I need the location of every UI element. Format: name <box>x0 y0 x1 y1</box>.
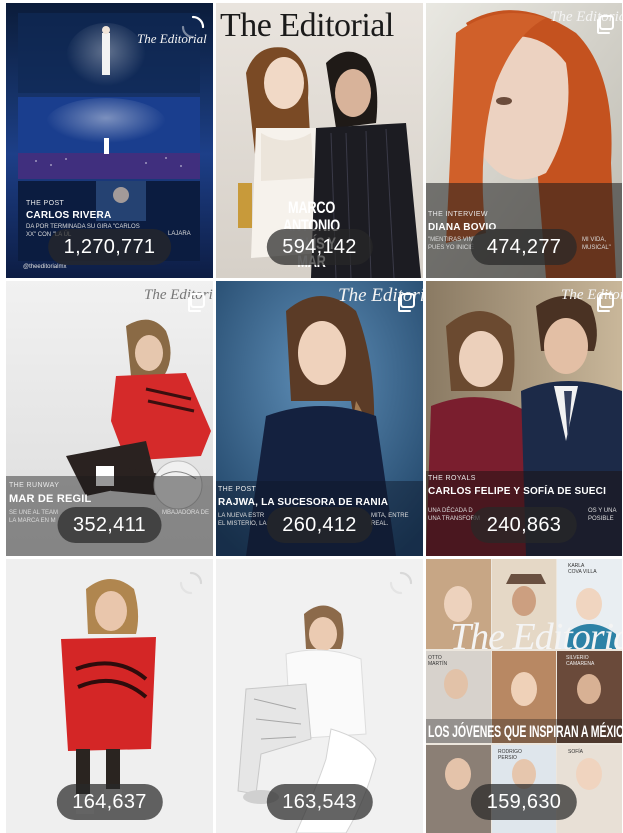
post-kicker: THE RUNWAY <box>9 482 60 489</box>
post-dek-tail: MBAJADORA DE <box>162 510 210 516</box>
post-headline: LOS JÓVENES QUE INSPIRAN A MÉXICO <box>428 722 622 741</box>
post-tile-rajwa[interactable]: The Editorial THE POST RAJWA, LA SUCESOR… <box>216 281 423 556</box>
view-count-pill: 163,543 <box>266 784 373 820</box>
post-headline: CARLOS FELIPE Y SOFÍA DE SUECI <box>428 486 607 497</box>
post-dek-2: LA MARCA EN M <box>9 518 56 524</box>
name-label: COVA VILLA <box>568 569 597 575</box>
post-kicker: THE ROYALS <box>428 475 476 482</box>
view-count-pill: 474,277 <box>470 229 578 265</box>
view-count-pill: 1,270,771 <box>47 229 172 265</box>
name-label: CAMARENA <box>566 661 595 667</box>
view-count-pill: 240,863 <box>470 507 578 543</box>
view-count-pill: 159,630 <box>470 784 578 820</box>
post-dek: "MENTIRAS VIN <box>428 237 473 243</box>
name-label: PERSIO <box>498 755 517 761</box>
multi-post-icon <box>188 293 205 312</box>
post-kicker: THE INTERVIEW <box>428 211 488 218</box>
post-tile-carlos-rivera[interactable]: The Editorial THE POST CARLOS RIVERA DA … <box>6 3 213 278</box>
post-tile-marco-antonio-solis[interactable]: The Editorial MARCO ANTONIO SOLÍS Y MAR … <box>216 3 423 278</box>
view-count-pill: 352,411 <box>57 507 162 543</box>
view-count-pill: 260,412 <box>266 507 373 543</box>
posts-grid: The Editorial THE POST CARLOS RIVERA DA … <box>6 3 622 833</box>
post-dek-tail: OS Y UNA <box>588 508 617 514</box>
view-count-pill: 164,637 <box>56 784 163 820</box>
post-dek-tail-2: POSIBLE <box>588 516 614 522</box>
loading-spinner-icon <box>389 571 413 595</box>
post-dek-tail: MI VIDA, <box>582 237 607 243</box>
post-dek-tail: LAJARA <box>168 231 191 237</box>
name-label: MARTÍN <box>428 661 448 667</box>
multi-post-icon <box>597 15 614 34</box>
multi-post-icon <box>597 293 614 312</box>
post-tile-mar-de-regil[interactable]: The Editorial THE RUNWAY MAR DE REGIL SE… <box>6 281 213 556</box>
post-headline: CARLOS RIVERA <box>26 210 112 221</box>
name-label: SOFÍA <box>568 749 584 755</box>
post-dek-tail-2: MUSICAL" <box>582 245 611 251</box>
post-tile-reel-white-chair[interactable]: 163,543 <box>216 559 423 833</box>
post-dek: LA NUEVA ESTR <box>218 513 265 519</box>
loading-spinner-icon <box>181 15 205 39</box>
post-tile-reel-red-jersey[interactable]: 164,637 <box>6 559 213 833</box>
post-dek-2: PUES YO INICIÉ <box>428 245 474 251</box>
post-dek-tail-2: REAL. <box>371 521 389 527</box>
post-handle: @theeditorialmx <box>23 264 67 270</box>
magazine-logo: The Editorial <box>450 616 622 658</box>
post-dek-2: EL MISTERIO, LA <box>218 521 267 527</box>
view-count-pill: 594,142 <box>266 229 373 265</box>
multi-post-icon <box>398 293 415 312</box>
post-dek: UNA DÉCADA D <box>428 508 473 514</box>
post-dek: SE UNE AL TEAM <box>9 510 59 516</box>
post-headline: MAR DE REGIL <box>9 493 92 505</box>
loading-spinner-icon <box>179 571 203 595</box>
post-tile-diana-bovio[interactable]: The Editorial THE INTERVIEW DIANA BOVIO … <box>426 3 622 278</box>
magazine-logo: The Editorial <box>220 7 394 44</box>
post-kicker: THE POST <box>218 486 257 493</box>
post-kicker: THE POST <box>26 200 65 207</box>
post-dek-tail: MITA, ENTRE <box>371 513 409 519</box>
post-tile-jovenes-inspiran[interactable]: The Editorial LOS JÓVENES QUE INSPIRAN A… <box>426 559 622 833</box>
post-tile-carlos-felipe-sofia[interactable]: The Editorial THE ROYALS CARLOS FELIPE Y… <box>426 281 622 556</box>
